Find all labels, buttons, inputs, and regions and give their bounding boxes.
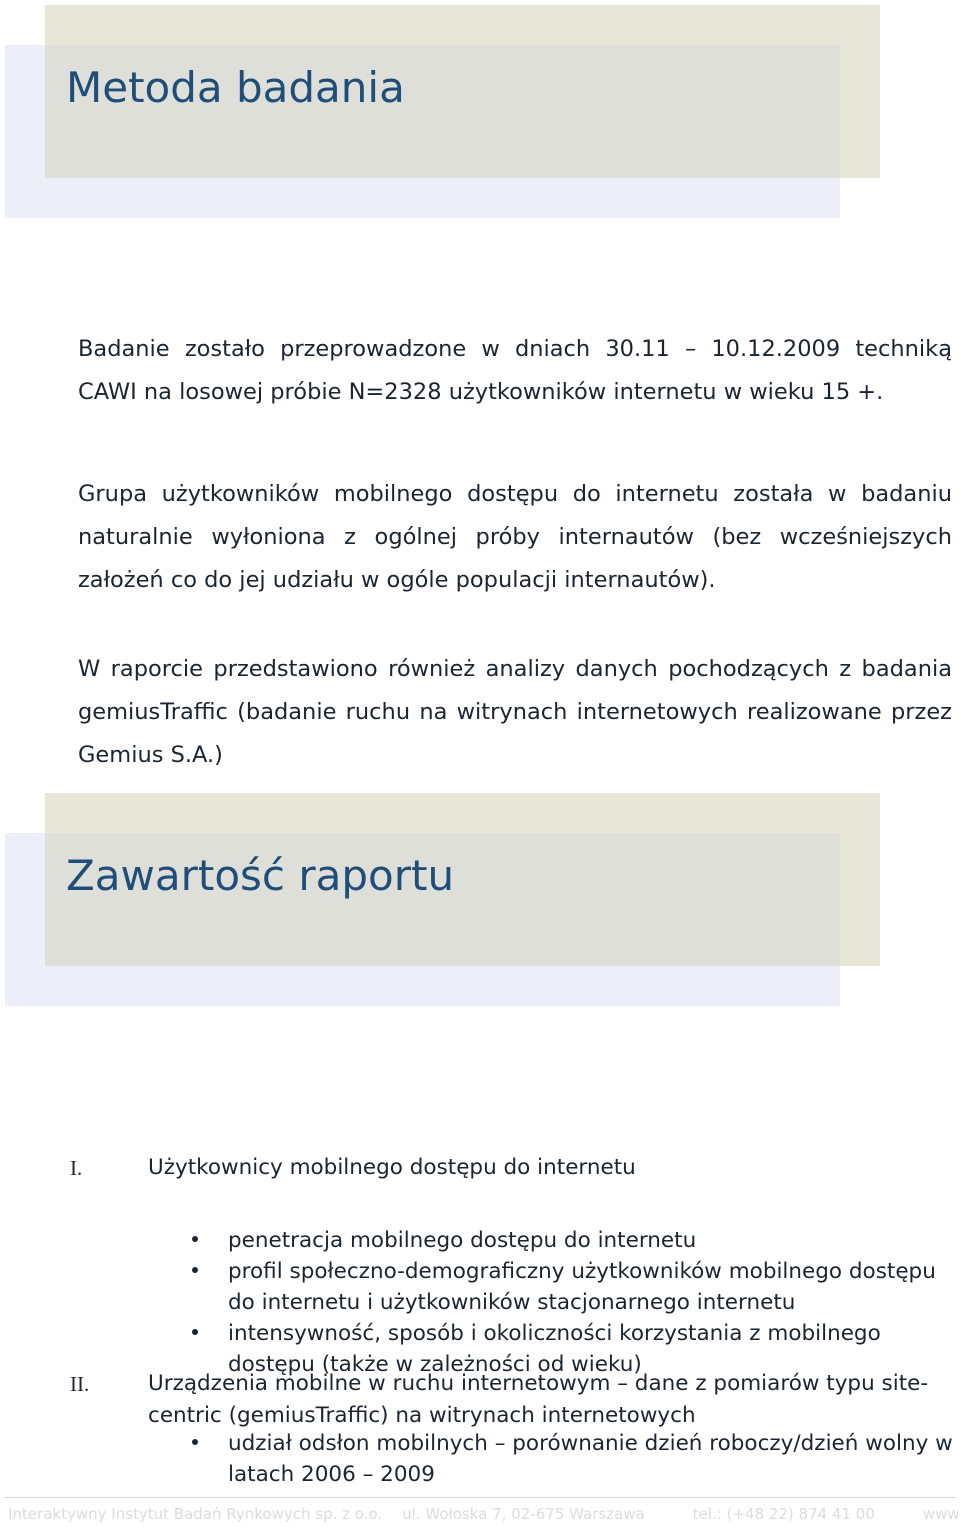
- footer-phone: tel.: (+48 22) 874 41 00: [692, 1505, 875, 1523]
- outline-numeral: I.: [70, 1156, 83, 1180]
- footer-address: ul. Wołoska 7, 02-675 Warszawa: [402, 1505, 645, 1523]
- outline-item-2: II. Urządzenia mobilne w ruchu interneto…: [70, 1368, 960, 1432]
- list-item-label: profil społeczno-demograficzny użytkowni…: [228, 1259, 936, 1315]
- section-banner-metoda: Metoda badania: [0, 0, 960, 230]
- section-banner-zawartosc: Zawartość raportu: [0, 788, 960, 1018]
- footer-divider: [4, 1497, 956, 1498]
- outline-item-1: I. Użytkownicy mobilnego dostępu do inte…: [70, 1152, 960, 1184]
- section-title-metoda: Metoda badania: [66, 63, 405, 112]
- section-title-zawartosc: Zawartość raportu: [66, 851, 455, 900]
- paragraph-sample-selection: Grupa użytkowników mobilnego dostępu do …: [78, 480, 952, 593]
- list-item-label: penetracja mobilnego dostępu do internet…: [228, 1228, 697, 1253]
- bullet-list-2: udział odsłon mobilnych – porównanie dzi…: [190, 1428, 960, 1490]
- paragraph-study-description: Badanie zostało przeprowadzone w dniach …: [78, 335, 952, 405]
- paragraph-gemiustraffic: W raporcie przedstawiono również analizy…: [78, 655, 952, 768]
- list-item-label: udział odsłon mobilnych – porównanie dzi…: [228, 1431, 953, 1487]
- bullet-dot-icon: [192, 1329, 198, 1335]
- footer-company: Interaktywny Instytut Badań Rynkowych sp…: [8, 1505, 383, 1523]
- page-footer: Interaktywny Instytut Badań Rynkowych sp…: [8, 1503, 960, 1525]
- bullet-dot-icon: [192, 1439, 198, 1445]
- outline-heading: Urządzenia mobilne w ruchu internetowym …: [148, 1371, 929, 1428]
- bullet-dot-icon: [192, 1267, 198, 1273]
- list-item: profil społeczno-demograficzny użytkowni…: [190, 1256, 960, 1318]
- list-item: udział odsłon mobilnych – porównanie dzi…: [190, 1428, 960, 1490]
- list-item: penetracja mobilnego dostępu do internet…: [190, 1225, 960, 1256]
- outline-heading: Użytkownicy mobilnego dostępu do interne…: [148, 1155, 636, 1180]
- footer-website: www.iibr.pl: [922, 1505, 960, 1523]
- bullet-list-1: penetracja mobilnego dostępu do internet…: [190, 1225, 960, 1380]
- outline-numeral: II.: [70, 1372, 90, 1396]
- bullet-dot-icon: [192, 1236, 198, 1242]
